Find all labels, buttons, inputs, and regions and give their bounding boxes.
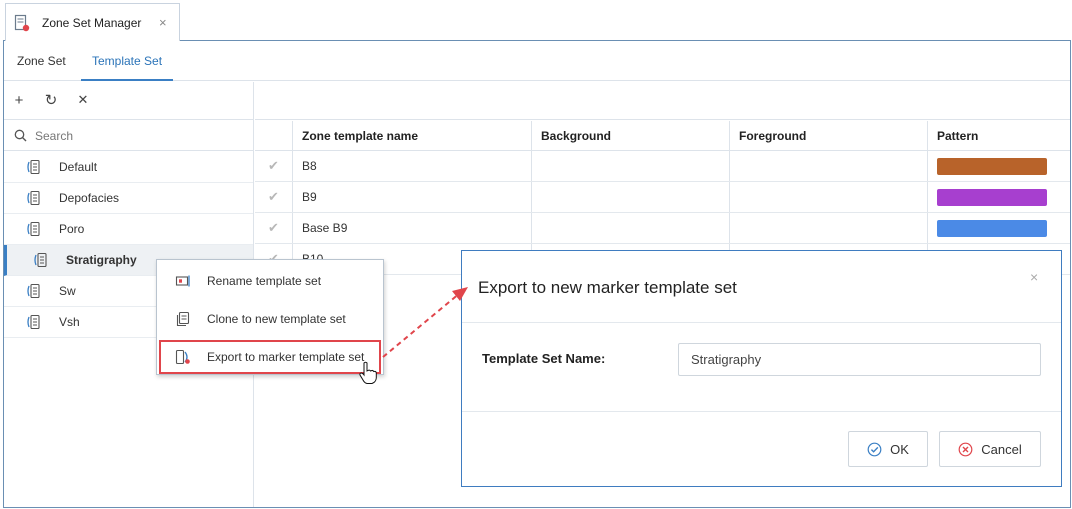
- dialog-title: Export to new marker template set: [478, 278, 737, 297]
- cancel-label: Cancel: [981, 441, 1022, 457]
- ok-label: OK: [890, 441, 909, 457]
- template-set-item[interactable]: Depofacies: [4, 183, 253, 214]
- hand-cursor-icon: [359, 361, 377, 384]
- template-set-icon: [26, 283, 42, 299]
- column-header-name[interactable]: Zone template name: [292, 121, 531, 150]
- template-set-icon: [26, 190, 42, 206]
- ctx-label: Export to marker template set: [207, 350, 365, 364]
- table-row[interactable]: ✔ Base B9: [255, 213, 1070, 244]
- row-pattern: [927, 182, 1070, 212]
- row-name: B8: [292, 151, 531, 181]
- template-set-label: Vsh: [59, 315, 80, 329]
- row-background: [531, 151, 729, 181]
- column-header-background[interactable]: Background: [531, 121, 729, 150]
- search-box[interactable]: Search: [4, 121, 253, 151]
- ok-check-icon: [867, 442, 882, 456]
- dialog-divider: [462, 322, 1061, 323]
- add-icon[interactable]: +: [10, 91, 28, 109]
- refresh-icon[interactable]: ↻: [42, 91, 60, 109]
- grid-toolbar: [255, 82, 1070, 120]
- clone-icon: [175, 311, 191, 327]
- template-set-label: Poro: [59, 222, 85, 236]
- row-name: B9: [292, 182, 531, 212]
- zone-set-manager-tab[interactable]: Zone Set Manager ×: [5, 3, 180, 41]
- template-set-toolbar: + ↻ ✕: [4, 82, 254, 120]
- row-name: Base B9: [292, 213, 531, 243]
- template-set-name-field[interactable]: [678, 343, 1041, 376]
- grid-header: Zone template name Background Foreground…: [255, 121, 1070, 151]
- template-set-name-label: Template Set Name:: [482, 351, 606, 366]
- template-set-item[interactable]: Default: [4, 152, 253, 183]
- rename-icon: [175, 273, 191, 289]
- template-set-label: Stratigraphy: [66, 253, 137, 267]
- pattern-swatch: [937, 157, 1047, 175]
- table-row[interactable]: ✔ B9: [255, 182, 1070, 213]
- zone-set-manager-icon: [14, 14, 30, 32]
- search-icon: [14, 129, 27, 142]
- ok-button[interactable]: OK: [848, 431, 928, 467]
- row-background: [531, 182, 729, 212]
- template-set-label: Default: [59, 160, 98, 174]
- clone-template-set-item[interactable]: Clone to new template set: [157, 300, 383, 338]
- pattern-swatch: [937, 219, 1047, 237]
- export-icon: [175, 349, 191, 365]
- row-foreground: [729, 182, 927, 212]
- pattern-swatch: [937, 188, 1047, 206]
- template-set-icon: [26, 314, 42, 330]
- row-background: [531, 213, 729, 243]
- column-header-pattern[interactable]: Pattern: [927, 121, 1070, 150]
- row-check-icon: ✔: [268, 220, 279, 235]
- template-set-icon: [33, 252, 49, 268]
- row-check-icon: ✔: [268, 189, 279, 204]
- cancel-x-icon: [958, 442, 973, 456]
- subtab-bar: Zone Set Template Set: [4, 41, 1070, 81]
- template-set-label: Sw: [59, 284, 76, 298]
- close-tab-icon[interactable]: ×: [159, 15, 167, 30]
- row-pattern: [927, 213, 1070, 243]
- template-set-icon: [26, 221, 42, 237]
- context-menu: Rename template set Clone to new templat…: [156, 259, 384, 375]
- table-row[interactable]: ✔ B8: [255, 151, 1070, 182]
- dialog-close-icon[interactable]: ×: [1030, 269, 1038, 285]
- row-check-icon: ✔: [268, 158, 279, 173]
- cancel-button[interactable]: Cancel: [939, 431, 1041, 467]
- template-set-label: Depofacies: [59, 191, 120, 205]
- tab-title: Zone Set Manager: [42, 15, 142, 30]
- export-to-marker-template-set-item[interactable]: Export to marker template set: [157, 338, 383, 376]
- row-foreground: [729, 151, 927, 181]
- template-set-icon: [26, 159, 42, 175]
- export-dialog: Export to new marker template set × Temp…: [461, 250, 1062, 487]
- row-pattern: [927, 151, 1070, 181]
- tab-template-set[interactable]: Template Set: [81, 41, 174, 81]
- search-input[interactable]: Search: [35, 129, 73, 143]
- row-foreground: [729, 213, 927, 243]
- rename-template-set-item[interactable]: Rename template set: [157, 262, 383, 300]
- tab-zone-set[interactable]: Zone Set: [6, 41, 77, 81]
- column-header-foreground[interactable]: Foreground: [729, 121, 927, 150]
- ctx-label: Clone to new template set: [207, 312, 346, 326]
- ctx-label: Rename template set: [207, 274, 322, 288]
- template-set-item[interactable]: Poro: [4, 214, 253, 245]
- dialog-divider: [462, 411, 1061, 412]
- delete-icon[interactable]: ✕: [74, 91, 92, 109]
